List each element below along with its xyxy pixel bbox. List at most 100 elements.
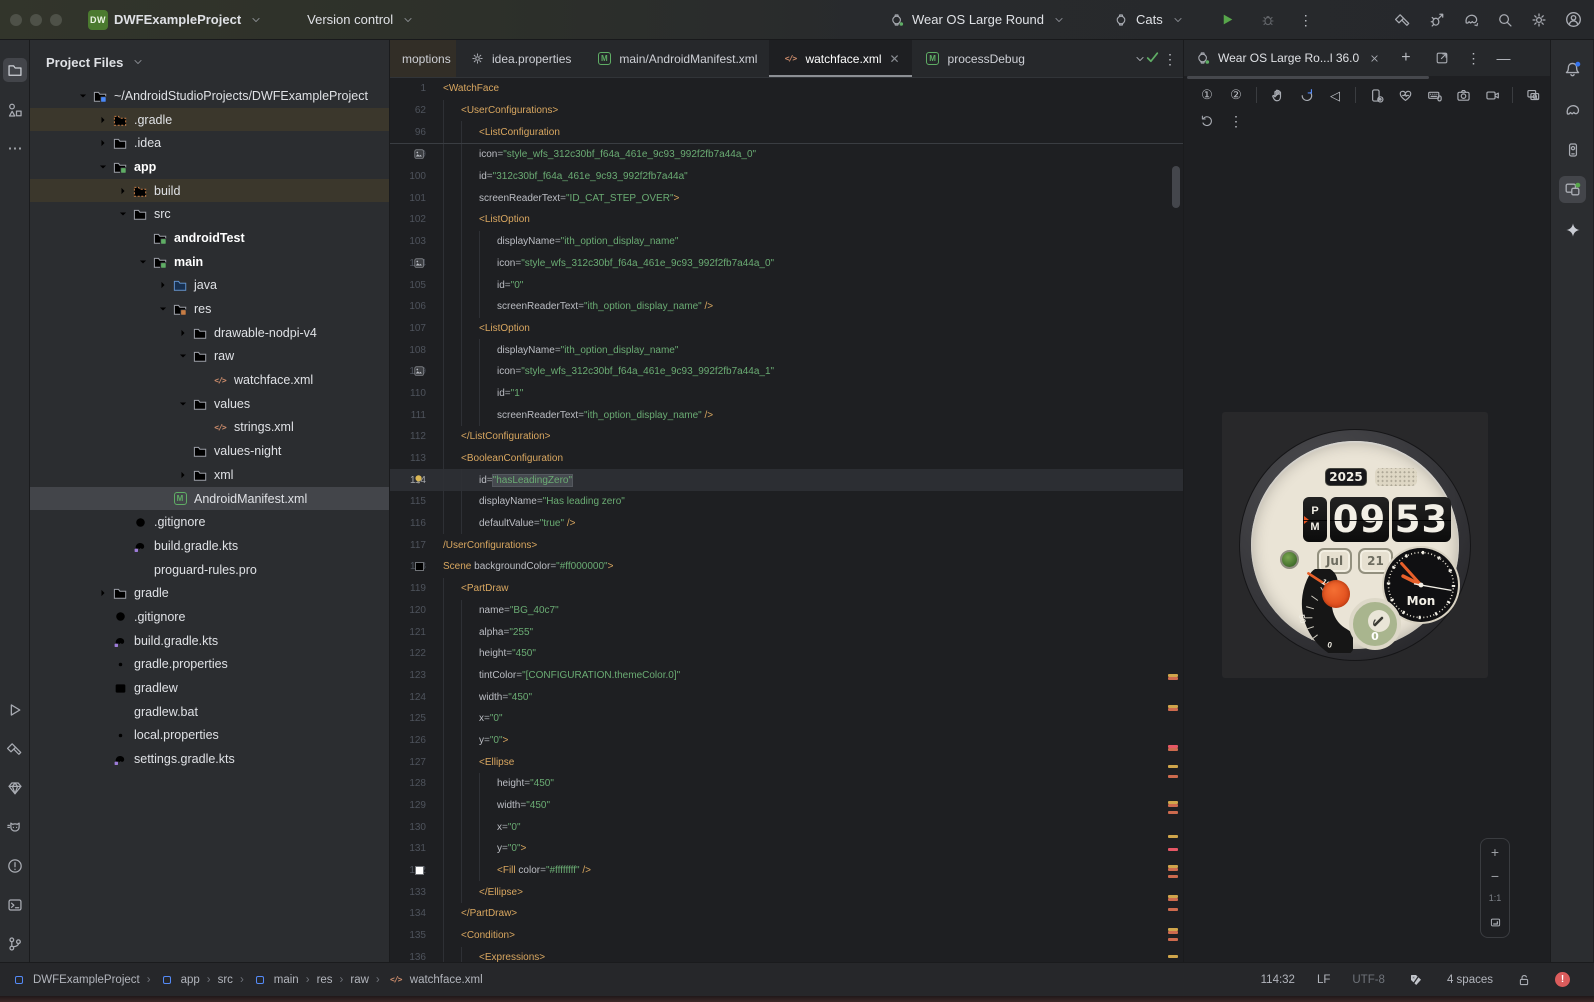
code-line-1[interactable]: 1 <WatchFace [390,78,1183,100]
code-line-99[interactable]: 99icon="style_wfs_312c30bf_f64a_461e_9c9… [390,144,1183,166]
tree-item-xml[interactable]: xml [30,463,389,487]
tree-item-proguard-rules-pro[interactable]: proguard-rules.pro [30,558,389,582]
tree-item-src[interactable]: src [30,202,389,226]
code-line-101[interactable]: 101 screenReaderText="ID_CAT_STEP_OVER"> [390,187,1183,210]
tree-item-gradle[interactable]: gradle [30,581,389,605]
open-in-window-button[interactable] [1433,49,1451,67]
tab-moptions[interactable]: moptions [390,40,456,77]
caret-position[interactable]: 114:32 [1261,974,1295,986]
line-number[interactable]: 62 [390,105,426,116]
chevron-right-icon[interactable] [94,114,111,126]
breadcrumb-res[interactable]: res [317,974,333,986]
swatch-black-gutter-icon[interactable] [412,562,426,572]
emulator-display[interactable]: 2025 PM 09 53 Jul 21 50 0 Mon 0 [1222,412,1488,678]
line-number[interactable]: 106 [390,301,426,312]
undo-rotate-button[interactable] [1198,112,1216,130]
settings-button[interactable] [1530,11,1548,29]
tool-logcat-cat-button[interactable] [3,815,27,839]
code-line-96[interactable]: 96 <ListConfiguration [390,121,1183,144]
breadcrumb-dwfexampleproject[interactable]: DWFExampleProject [10,971,140,989]
tree-item-androidtest[interactable]: androidTest [30,226,389,250]
editor-scrollbar[interactable] [1172,166,1180,208]
chevron-down-icon[interactable] [94,161,111,173]
tree-item--androidstudioprojects-dwfexampleproject[interactable]: ~/AndroidStudioProjects/DWFExampleProjec… [30,84,389,108]
tree-item-java[interactable]: java [30,274,389,298]
tool-hammer-button[interactable] [3,737,27,761]
chevron-right-icon[interactable] [114,185,131,197]
image-gutter-icon[interactable] [412,149,426,160]
line-number[interactable]: 124 [390,692,426,703]
line-number[interactable]: 1 [390,83,426,94]
zoom-in-button[interactable]: + [1491,845,1499,859]
code-line-132[interactable]: 132<Fill color="#ffffffff" /> [390,859,1183,882]
line-number[interactable]: 133 [390,887,426,898]
code-line-106[interactable]: 106 screenReaderText="ith_option_display_… [390,295,1183,318]
tree-item-drawable-nodpi-v4[interactable]: drawable-nodpi-v4 [30,321,389,345]
code-line-112[interactable]: 112 </ListConfiguration> [390,426,1183,448]
swatch-white-gutter-icon[interactable] [412,866,426,876]
breadcrumb-raw[interactable]: raw [350,974,369,986]
line-number[interactable]: 108 [390,345,426,356]
line-number[interactable]: 115 [390,496,426,507]
code-line-126[interactable]: 126 y="0"> [390,729,1183,752]
line-number[interactable]: 130 [390,822,426,833]
chevron-down-icon[interactable] [174,398,191,410]
chevron-down-icon[interactable] [174,350,191,362]
tree-item-watchface-xml[interactable]: </> watchface.xml [30,368,389,392]
line-number[interactable]: 100 [390,171,426,182]
breadcrumb-main[interactable]: main [251,971,299,989]
line-number[interactable]: 96 [390,127,426,138]
tool-problems-button[interactable] [3,854,27,878]
tree-item--idea[interactable]: .idea [30,131,389,155]
stripe-mark[interactable] [1168,955,1178,958]
run-button[interactable] [1219,11,1237,29]
gradle-sync-button[interactable] [1462,11,1480,29]
line-number[interactable]: 119 [390,583,426,594]
lock-icon[interactable] [1515,971,1533,989]
chevron-right-icon[interactable] [94,137,111,149]
stripe-mark[interactable] [1168,938,1178,941]
code-line-103[interactable]: 103 displayName="ith_option_display_name" [390,230,1183,253]
code-line-62[interactable]: 62 <UserConfigurations> [390,99,1183,122]
code-line-110[interactable]: 110 id="1" [390,382,1183,405]
code-line-105[interactable]: 105 id="0" [390,274,1183,296]
code-line-129[interactable]: 129 width="450" [390,794,1183,817]
project-view-selector[interactable]: Project Files [30,40,389,84]
line-number[interactable]: 102 [390,214,426,225]
error-counter[interactable]: ! [1555,972,1570,987]
fit-to-screen-button[interactable] [1486,913,1504,931]
code-line-127[interactable]: 127 <Ellipse [390,751,1183,773]
tool-gem-button[interactable] [3,776,27,800]
vcs-widget[interactable]: Version control [299,7,425,33]
stripe-mark[interactable] [1168,677,1178,680]
chevron-down-icon[interactable] [114,208,131,220]
inspections-ok-icon[interactable] [1143,48,1161,66]
line-number[interactable]: 129 [390,800,426,811]
tree-item-values-night[interactable]: values-night [30,439,389,463]
line-number[interactable]: 111 [390,410,426,421]
run-config-selector[interactable]: Cats [1104,7,1195,33]
rotate-button[interactable] [1297,86,1315,104]
code-line-114[interactable]: 114id="hasLeadingZero" [390,469,1183,492]
line-number[interactable]: 107 [390,323,426,334]
tree-item-gradlew[interactable]: gradlew [30,676,389,700]
tree-item-local-properties[interactable]: local.properties [30,724,389,748]
zoom-reset-button[interactable]: 1:1 [1489,893,1502,903]
minimize-window-button[interactable] [30,13,42,26]
tab-main-androidmanifest-xml[interactable]: Mmain/AndroidManifest.xml [583,40,769,77]
stripe-mark[interactable] [1168,708,1178,711]
tool-play-outline-button[interactable] [3,698,27,722]
tree-item--gitignore[interactable]: .gitignore [30,605,389,629]
code-line-116[interactable]: 116 defaultValue="true" /> [390,512,1183,535]
stripe-mark[interactable] [1168,835,1178,838]
code-line-135[interactable]: 135 <Condition> [390,924,1183,947]
back-tri-button[interactable]: ◁ [1326,86,1344,104]
code-line-130[interactable]: 130 x="0" [390,816,1183,839]
code-line-121[interactable]: 121 alpha="255" [390,621,1183,643]
code-line-100[interactable]: 100 id="312c30bf_f64a_461e_9c93_992f2fb7a… [390,165,1183,188]
keyboard-button[interactable] [1425,86,1443,104]
tool-terminal-tool-button[interactable] [3,893,27,917]
camera-button[interactable] [1454,86,1472,104]
code-line-108[interactable]: 108 displayName="ith_option_display_name" [390,339,1183,361]
line-number[interactable]: 122 [390,648,426,659]
